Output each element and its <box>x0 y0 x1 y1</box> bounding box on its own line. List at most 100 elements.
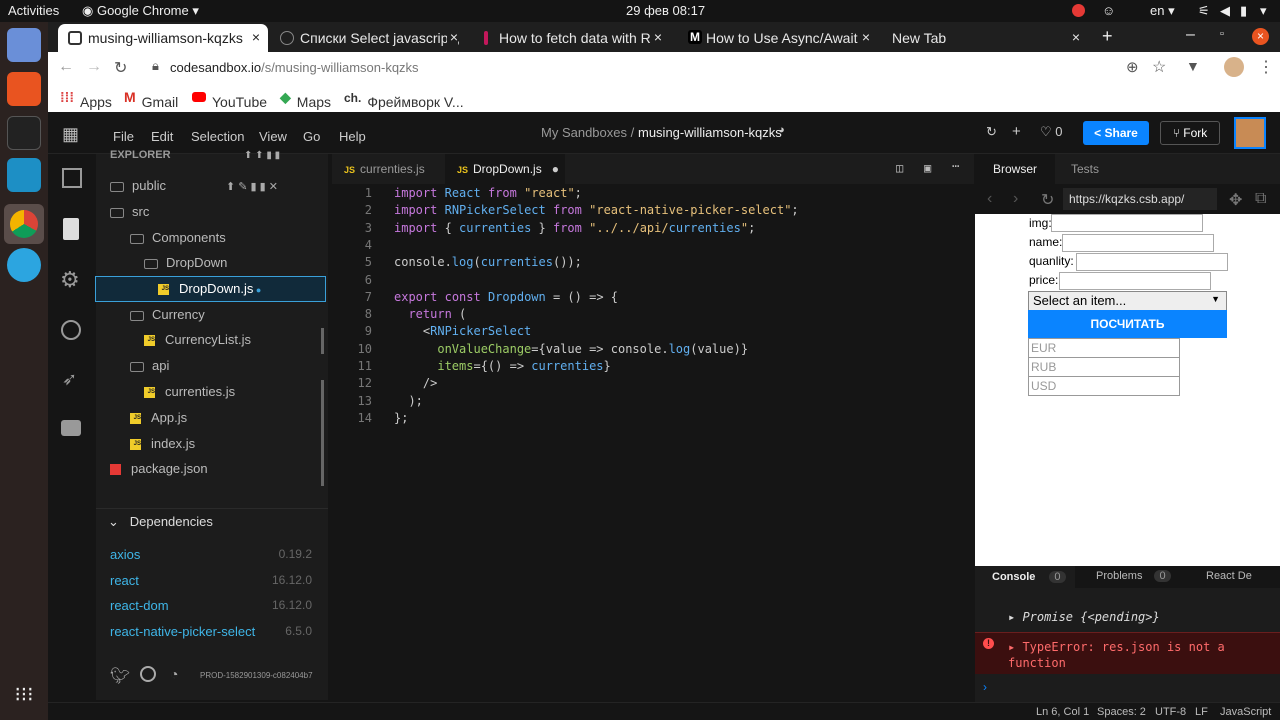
editor-tab-dropdown[interactable]: JS DropDown.js ● <box>445 154 565 184</box>
tab-fetch-data[interactable]: How to fetch data with Re × <box>472 24 670 52</box>
twitter-icon[interactable]: 🐦︎ <box>110 666 130 686</box>
software-app-icon[interactable] <box>7 72 41 106</box>
bookmark-framework[interactable]: ch. Фреймворк V... <box>344 89 464 110</box>
system-menu-icon[interactable]: ▾ <box>1260 3 1267 19</box>
menu-file[interactable]: File <box>113 129 134 144</box>
show-apps-icon[interactable]: ⁝⁝⁝ <box>7 682 41 716</box>
currency-select[interactable]: Select an item... ▼ <box>1028 291 1227 311</box>
sandbox-name[interactable]: musing-williamson-kqzks <box>638 125 782 140</box>
profile-avatar[interactable] <box>1224 57 1244 77</box>
refresh-icon[interactable]: ↻ <box>986 124 997 140</box>
preview-icon[interactable]: ▣ <box>924 161 931 175</box>
explorer-actions[interactable]: ⬆ ⬆ ▮ ▮ <box>244 150 280 161</box>
tree-item[interactable]: JS currenties.js <box>96 380 328 404</box>
spectrum-icon[interactable]: ◔ <box>170 666 178 682</box>
tab-browser[interactable]: Browser <box>975 154 1055 184</box>
tree-item[interactable]: src <box>96 200 328 224</box>
menu-help[interactable]: Help <box>339 129 366 144</box>
code-line[interactable]: import React from "react"; <box>394 186 582 200</box>
user-avatar[interactable] <box>1234 117 1266 149</box>
zoom-icon[interactable]: ⊕ <box>1126 58 1139 76</box>
tree-item[interactable]: Components <box>96 226 328 250</box>
language-indicator[interactable]: en ▾ <box>1150 3 1175 19</box>
tree-item[interactable]: package.json <box>96 457 328 481</box>
tab-console[interactable]: Console 0 <box>975 566 1075 588</box>
bookmark-gmail[interactable]: M Gmail <box>124 89 178 110</box>
code-line[interactable]: import { currenties } from "../../api/cu… <box>394 221 755 235</box>
tab-async-await[interactable]: M How to Use Async/Await × <box>678 24 878 52</box>
battery-icon[interactable]: ▮ <box>1240 3 1247 19</box>
accessibility-icon[interactable]: ☺ <box>1102 3 1115 18</box>
extension-icon[interactable]: ▼ <box>1186 58 1200 74</box>
console-input[interactable]: › <box>983 680 987 694</box>
tree-item[interactable]: DropDown <box>96 251 328 275</box>
tree-item[interactable]: public <box>96 174 328 198</box>
back-button[interactable]: ← <box>58 58 74 76</box>
window-close-button[interactable]: × <box>1252 28 1269 45</box>
tree-item[interactable]: api <box>96 354 328 378</box>
code-line[interactable]: /> <box>394 376 437 390</box>
menu-go[interactable]: Go <box>303 129 320 144</box>
new-tab-button[interactable]: + <box>1102 26 1113 47</box>
app-menu[interactable]: ◉ Google Chrome ▾ <box>82 3 199 19</box>
close-icon[interactable]: × <box>1072 29 1080 45</box>
currency-input[interactable]: RUB <box>1028 357 1180 377</box>
devtools-icon[interactable]: ✥ <box>1229 190 1242 210</box>
menu-selection[interactable]: Selection <box>191 129 244 144</box>
console-error-row[interactable]: ! ▸ TypeError: res.json is not a functio… <box>975 632 1280 674</box>
indent-setting[interactable]: Spaces: 2 <box>1097 706 1146 718</box>
currency-input[interactable]: USD <box>1028 376 1180 396</box>
close-icon[interactable]: × <box>446 29 458 45</box>
name-input[interactable] <box>1062 234 1214 252</box>
close-icon[interactable]: × <box>650 29 662 45</box>
like-button[interactable]: ♡ 0 <box>1040 124 1063 140</box>
code-line[interactable]: ); <box>394 394 422 408</box>
calculate-button[interactable]: ПОСЧИТАТЬ <box>1028 310 1227 338</box>
tree-item[interactable]: JS CurrencyList.js <box>96 328 328 352</box>
fork-button[interactable]: ⑂ Fork <box>1160 121 1220 145</box>
scrollbar[interactable] <box>321 328 324 354</box>
tab-spiski-select[interactable]: Списки Select javascript , × <box>270 24 466 52</box>
dependency-item[interactable]: react 16.12.0 <box>110 573 312 588</box>
language-mode[interactable]: JavaScript <box>1220 706 1271 718</box>
terminal-app-icon[interactable] <box>7 116 41 150</box>
status-icon[interactable] <box>1072 4 1085 17</box>
codesandbox-logo-icon[interactable]: ▦ <box>62 124 79 145</box>
code-line[interactable]: items={() => currenties} <box>394 359 610 373</box>
code-line[interactable]: import RNPickerSelect from "react-native… <box>394 203 799 217</box>
tab-react-devtools[interactable]: React De <box>1206 570 1252 582</box>
tree-item[interactable]: Currency <box>96 303 328 327</box>
add-icon[interactable]: + <box>1012 123 1021 140</box>
more-icon[interactable]: ⋯ <box>952 159 959 173</box>
open-new-window-icon[interactable]: ⧉ <box>1255 190 1266 208</box>
code-line[interactable]: export const Dropdown = () => { <box>394 290 618 304</box>
code-line[interactable]: console.log(currenties()); <box>394 255 582 269</box>
tab-problems[interactable]: Problems 0 <box>1096 570 1171 582</box>
menu-icon[interactable]: ⋮ <box>1258 57 1274 77</box>
console-promise-line[interactable]: ▸ Promise {<pending>} <box>1008 610 1160 624</box>
close-icon[interactable]: × <box>248 29 260 45</box>
line-ending[interactable]: LF <box>1195 706 1208 718</box>
team-icon[interactable] <box>61 420 81 436</box>
maximize-button[interactable]: ▫ <box>1220 28 1224 40</box>
dependencies-header[interactable]: ⌄ Dependencies <box>108 514 213 530</box>
img-input[interactable] <box>1051 214 1203 232</box>
close-icon[interactable]: × <box>858 29 870 45</box>
refresh-icon[interactable]: ↻ <box>1041 190 1054 210</box>
menu-view[interactable]: View <box>259 129 287 144</box>
bookmark-youtube[interactable]: YouTube <box>192 89 267 110</box>
wifi-icon[interactable]: ⚟ <box>1198 3 1210 19</box>
volume-icon[interactable]: ◀ <box>1220 3 1230 19</box>
currency-input[interactable]: EUR <box>1028 338 1180 358</box>
menu-edit[interactable]: Edit <box>151 129 173 144</box>
tab-new-tab[interactable]: New Tab × <box>884 24 1088 52</box>
scrollbar[interactable] <box>321 380 324 486</box>
settings-gear-icon[interactable]: ⚙ <box>60 267 80 293</box>
dependency-item[interactable]: react-native-picker-select 6.5.0 <box>110 624 312 639</box>
tree-item[interactable]: JS index.js <box>96 432 328 456</box>
code-line[interactable]: onValueChange={value => console.log(valu… <box>394 342 748 356</box>
clock[interactable]: 29 фев 08:17 <box>626 3 705 18</box>
tab-musing-williamson[interactable]: musing-williamson-kqzks × <box>58 24 268 52</box>
code-line[interactable]: }; <box>394 411 408 425</box>
bookmark-maps[interactable]: ◆ Maps <box>280 89 331 110</box>
